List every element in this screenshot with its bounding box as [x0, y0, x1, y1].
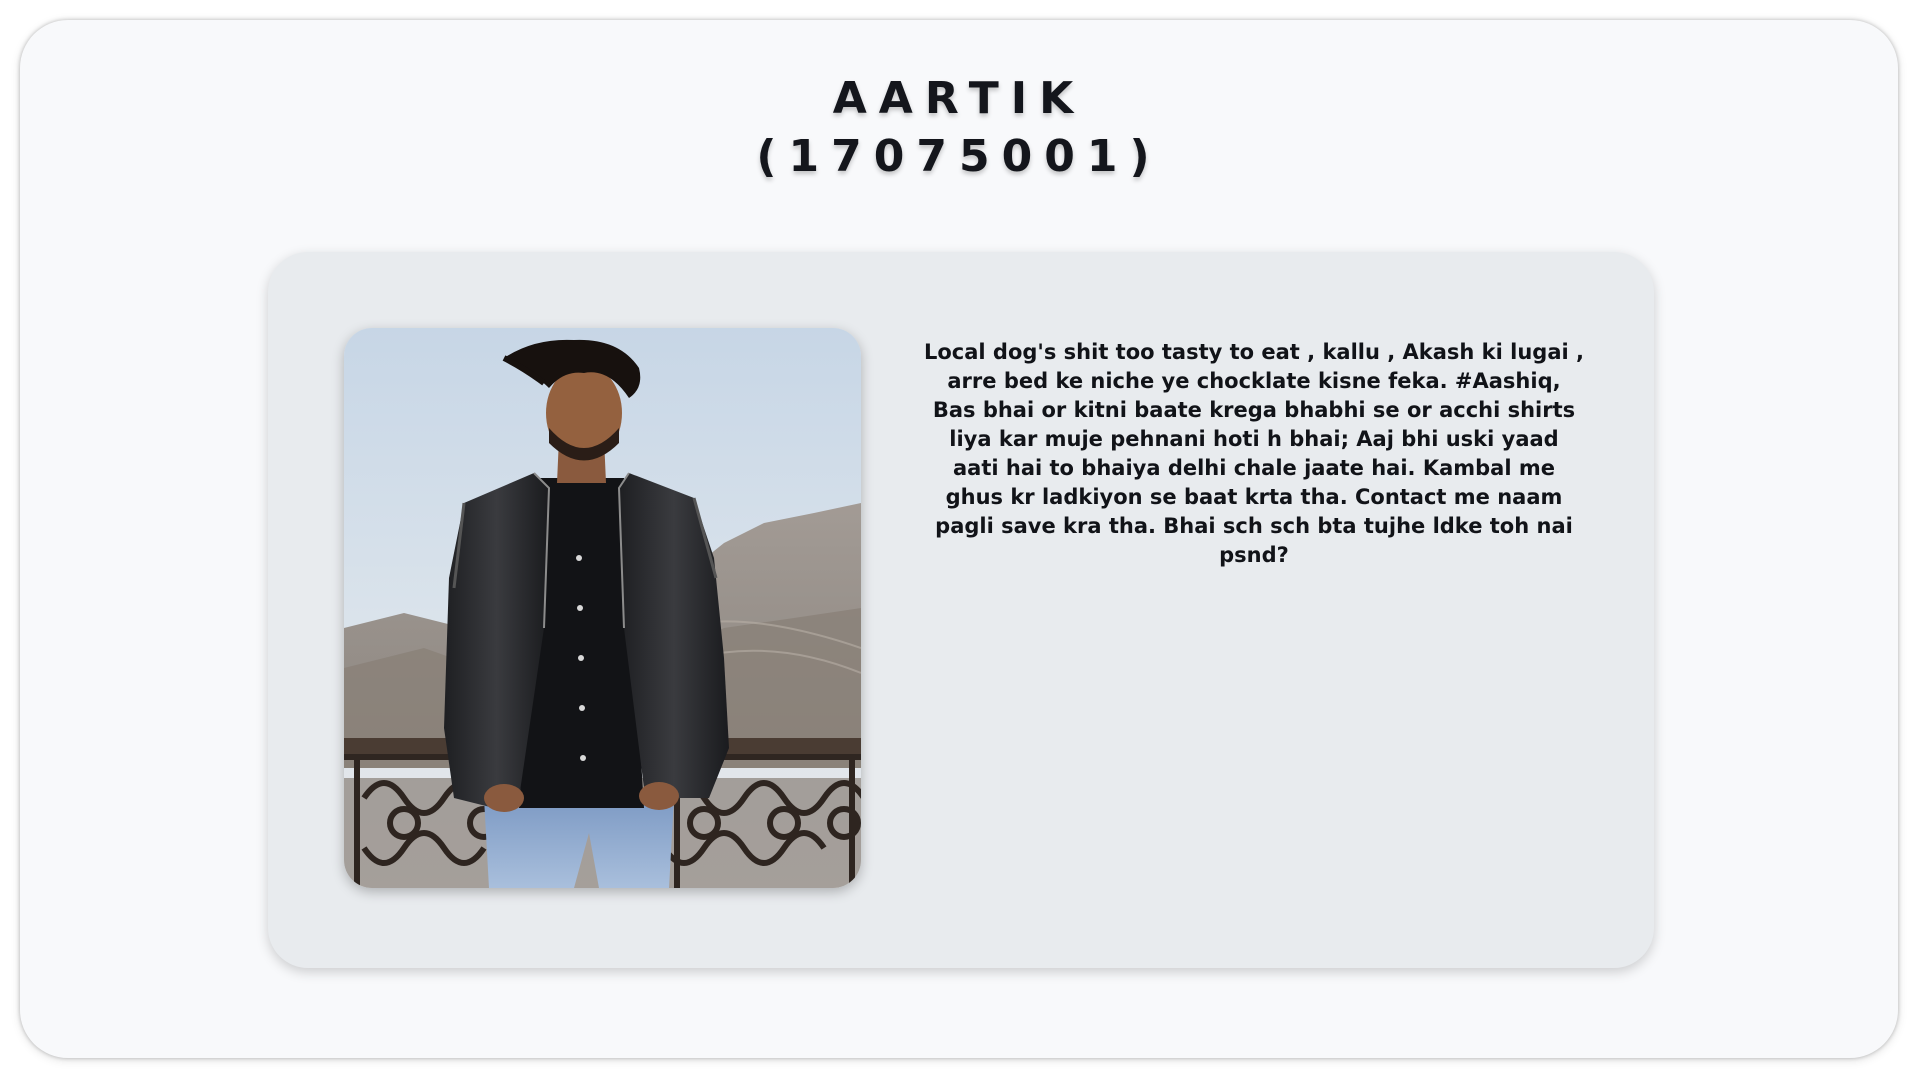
portrait-photo-icon	[344, 328, 861, 888]
profile-card: Local dog's shit too tasty to eat , kall…	[268, 252, 1654, 968]
profile-page: AARTIK (17075001) Local dog's shit too t…	[20, 20, 1898, 1058]
profile-name: AARTIK	[832, 73, 1086, 124]
profile-photo	[344, 328, 861, 888]
profile-bio: Local dog's shit too tasty to eat , kall…	[924, 340, 1584, 567]
page-title: AARTIK (17075001)	[20, 70, 1898, 186]
profile-id: (17075001)	[756, 131, 1162, 182]
